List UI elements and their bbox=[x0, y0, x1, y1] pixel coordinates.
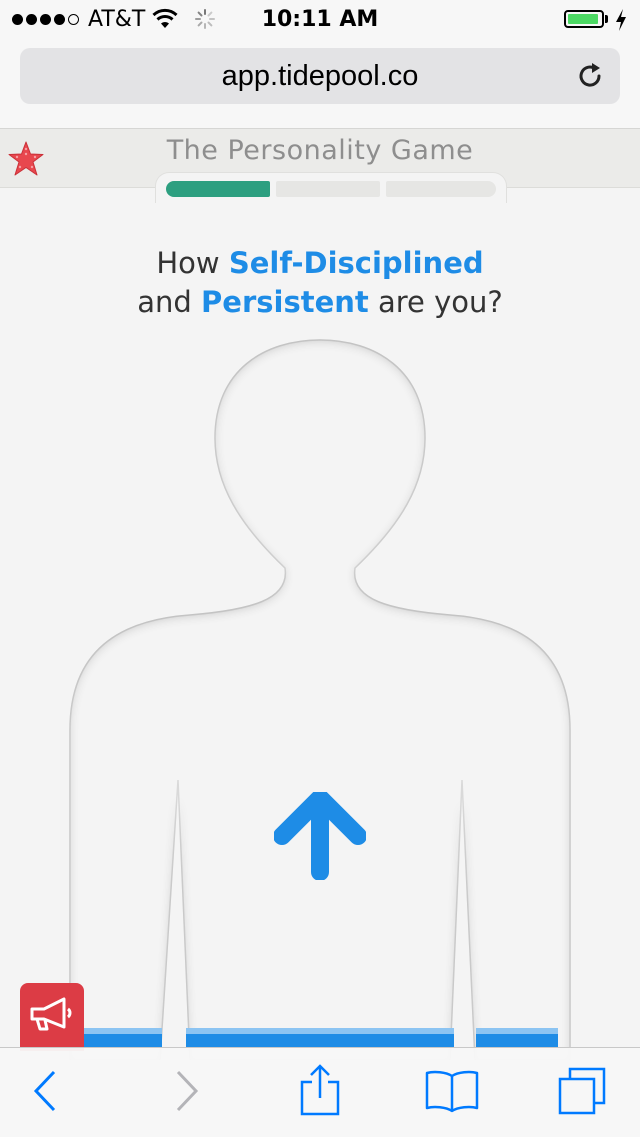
megaphone-icon bbox=[30, 997, 72, 1031]
reload-icon[interactable] bbox=[576, 61, 606, 91]
game-progress-bar bbox=[155, 172, 507, 203]
browser-toolbar bbox=[0, 1047, 640, 1137]
feedback-button[interactable] bbox=[20, 983, 84, 1051]
tabs-icon[interactable] bbox=[556, 1066, 608, 1118]
address-bar[interactable]: app.tidepool.co bbox=[20, 48, 620, 104]
status-time: 10:11 AM bbox=[261, 7, 379, 32]
up-arrow-icon[interactable] bbox=[274, 792, 366, 880]
progress-step-2 bbox=[276, 181, 380, 197]
question-text: How Self-Disciplined and Persistent are … bbox=[0, 244, 640, 322]
forward-icon[interactable] bbox=[172, 1068, 202, 1114]
progress-step-1 bbox=[166, 181, 270, 197]
charging-bolt-icon bbox=[616, 9, 626, 31]
status-bar: AT&T 10:11 AM bbox=[0, 0, 640, 40]
browser-address-area: app.tidepool.co bbox=[0, 40, 640, 128]
trait-1: Self-Disciplined bbox=[228, 246, 484, 280]
battery-icon bbox=[564, 10, 604, 28]
question-line-2: and Persistent are you? bbox=[137, 285, 503, 319]
battery-tip bbox=[605, 15, 608, 23]
share-icon[interactable] bbox=[298, 1064, 342, 1118]
person-silhouette[interactable] bbox=[0, 320, 640, 1060]
trait-2: Persistent bbox=[201, 285, 369, 319]
url-text[interactable]: app.tidepool.co bbox=[20, 60, 620, 93]
progress-step-3 bbox=[386, 181, 496, 197]
game-title: The Personality Game bbox=[166, 135, 474, 166]
bookmarks-icon[interactable] bbox=[424, 1068, 480, 1114]
answer-level-bar bbox=[70, 1028, 558, 1048]
question-line-1: How Self-Disciplined bbox=[156, 246, 484, 280]
back-icon[interactable] bbox=[30, 1068, 60, 1114]
